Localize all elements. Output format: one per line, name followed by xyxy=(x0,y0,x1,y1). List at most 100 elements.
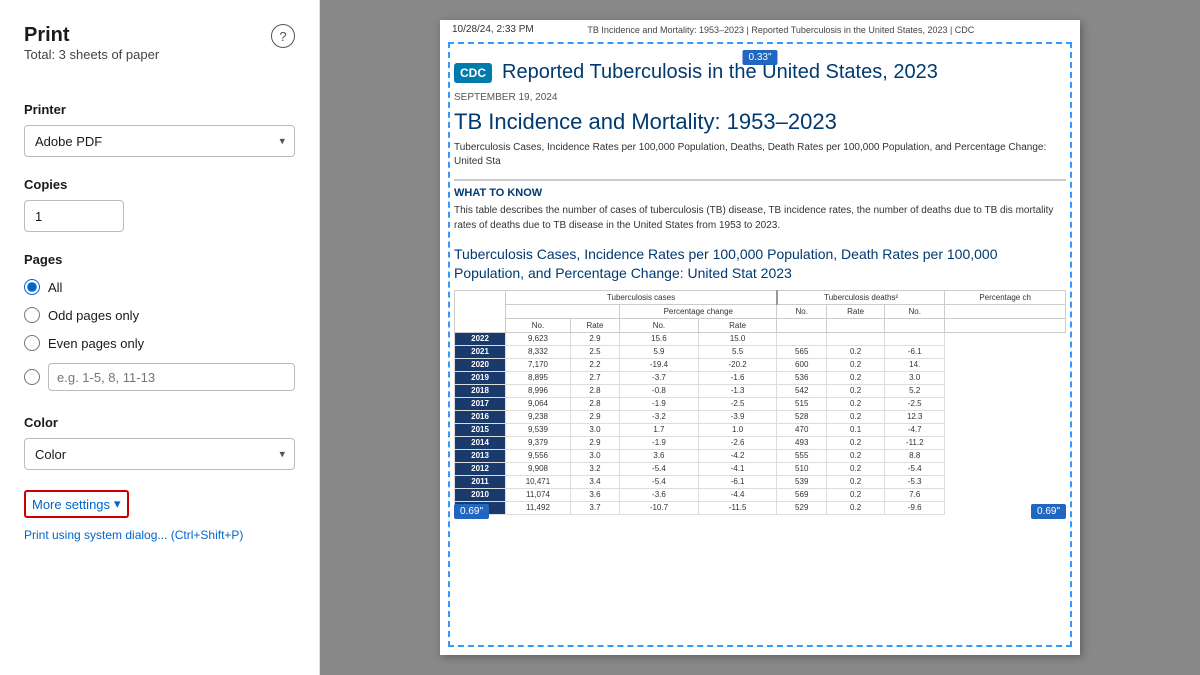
table-cell: 510 xyxy=(777,462,827,475)
page-header-bar: 10/28/24, 2:33 PM TB Incidence and Morta… xyxy=(440,20,1080,39)
table-cell xyxy=(885,332,945,345)
printer-select[interactable]: Adobe PDF xyxy=(24,125,295,157)
col-rate3-header xyxy=(827,318,885,332)
pages-custom-option[interactable] xyxy=(24,359,295,395)
table-cell: 2.8 xyxy=(570,397,619,410)
pages-even-option[interactable]: Even pages only xyxy=(24,331,295,355)
print-title: Print xyxy=(24,24,159,47)
table-cell: 2015 xyxy=(455,423,506,436)
page-date: SEPTEMBER 19, 2024 xyxy=(454,92,1066,103)
pages-custom-radio[interactable] xyxy=(24,369,40,385)
table-cell: 2.2 xyxy=(570,358,619,371)
col-rate2-header: Rate xyxy=(698,318,777,332)
pages-all-radio[interactable] xyxy=(24,279,40,295)
table-cell: 542 xyxy=(777,384,827,397)
table-cell: 3.6 xyxy=(570,488,619,501)
table-cell: 3.4 xyxy=(570,475,619,488)
table-cell: 539 xyxy=(777,475,827,488)
pages-odd-option[interactable]: Odd pages only xyxy=(24,303,295,327)
col-rate-header: Rate xyxy=(570,318,619,332)
table-cell: 2.7 xyxy=(570,371,619,384)
color-select-wrapper: Color ▾ xyxy=(24,438,295,470)
table-cell: 2013 xyxy=(455,449,506,462)
table-cell: -1.9 xyxy=(620,436,699,449)
table-cell: 2.9 xyxy=(570,436,619,449)
table-cell: 8,332 xyxy=(506,345,571,358)
table-pct-change-header: Percentage change xyxy=(620,304,777,318)
table-cell: -3.6 xyxy=(620,488,699,501)
table-cell: 3.0 xyxy=(570,423,619,436)
table-cell: 3.7 xyxy=(570,501,619,514)
table-cell: -1.6 xyxy=(698,371,777,384)
table-cell: 2018 xyxy=(455,384,506,397)
table-cell: 0.2 xyxy=(827,345,885,358)
table-cell: -3.2 xyxy=(620,410,699,423)
custom-pages-input[interactable] xyxy=(48,363,295,391)
table-cell: 2.5 xyxy=(570,345,619,358)
table-cell: -4.1 xyxy=(698,462,777,475)
table-cell: 1.0 xyxy=(698,423,777,436)
left-margin-indicator: 0.69" xyxy=(454,504,489,519)
table-cell: 2.8 xyxy=(570,384,619,397)
table-cell: -19.4 xyxy=(620,358,699,371)
table-cell: -10.7 xyxy=(620,501,699,514)
table-cell: 1.7 xyxy=(620,423,699,436)
system-dialog-link[interactable]: Print using system dialog... (Ctrl+Shift… xyxy=(24,528,295,542)
color-select[interactable]: Color xyxy=(24,438,295,470)
table-cell xyxy=(777,332,827,345)
table-cell: 565 xyxy=(777,345,827,358)
table-cell: 2020 xyxy=(455,358,506,371)
table-cell: -0.8 xyxy=(620,384,699,397)
table-cell: 0.2 xyxy=(827,501,885,514)
table-cell: 8,996 xyxy=(506,384,571,397)
table-cell: -6.1 xyxy=(885,345,945,358)
table-cell: 555 xyxy=(777,449,827,462)
copies-input[interactable] xyxy=(24,200,124,232)
more-settings-label: More settings xyxy=(32,497,110,512)
table-cell: -11.2 xyxy=(885,436,945,449)
more-settings-chevron-icon: ▾ xyxy=(114,496,121,512)
help-button[interactable]: ? xyxy=(271,24,295,48)
table-cell: 11,074 xyxy=(506,488,571,501)
table-cell: 15.6 xyxy=(620,332,699,345)
table-cell: -6.1 xyxy=(698,475,777,488)
table-cell: 528 xyxy=(777,410,827,423)
table-cell: 2012 xyxy=(455,462,506,475)
table-cell: 5.2 xyxy=(885,384,945,397)
table-cell: -3.7 xyxy=(620,371,699,384)
table-cell: 0.1 xyxy=(827,423,885,436)
pages-all-option[interactable]: All xyxy=(24,275,295,299)
table-cell: 2021 xyxy=(455,345,506,358)
table-cell: -1.9 xyxy=(620,397,699,410)
table-cell: 515 xyxy=(777,397,827,410)
page-preview: 0.33" 10/28/24, 2:33 PM TB Incidence and… xyxy=(440,20,1080,655)
table-cell: 0.2 xyxy=(827,449,885,462)
table-cell: 2019 xyxy=(455,371,506,384)
col-no-header: No. xyxy=(506,318,571,332)
pages-all-label: All xyxy=(48,280,62,295)
table-cell: -5.4 xyxy=(885,462,945,475)
table-deaths-no2-header: No. xyxy=(885,304,945,318)
page-content: CDC Reported Tuberculosis in the United … xyxy=(440,53,1080,523)
table-section-heading: Tuberculosis Cases, Incidence Rates per … xyxy=(454,245,1066,281)
table-cases-header: Tuberculosis cases xyxy=(506,290,777,304)
pages-even-radio[interactable] xyxy=(24,335,40,351)
printer-select-wrapper: Adobe PDF ▾ xyxy=(24,125,295,157)
table-cell: 14. xyxy=(885,358,945,371)
page-header-date: 10/28/24, 2:33 PM xyxy=(452,24,534,35)
what-to-know-text: This table describes the number of cases… xyxy=(454,203,1066,233)
table-cell: 5.9 xyxy=(620,345,699,358)
table-cell: 9,238 xyxy=(506,410,571,423)
what-to-know-label: WHAT TO KNOW xyxy=(454,179,1066,199)
print-header: Print Total: 3 sheets of paper ? xyxy=(24,24,295,82)
table-cell: -1.3 xyxy=(698,384,777,397)
more-settings-button[interactable]: More settings ▾ xyxy=(24,490,129,518)
color-label: Color xyxy=(24,415,295,430)
table-cell: 536 xyxy=(777,371,827,384)
table-cell: 0.2 xyxy=(827,462,885,475)
table-cell: 2022 xyxy=(455,332,506,345)
table-cell: -4.2 xyxy=(698,449,777,462)
table-cell: 2010 xyxy=(455,488,506,501)
pages-odd-radio[interactable] xyxy=(24,307,40,323)
table-cell: 2011 xyxy=(455,475,506,488)
